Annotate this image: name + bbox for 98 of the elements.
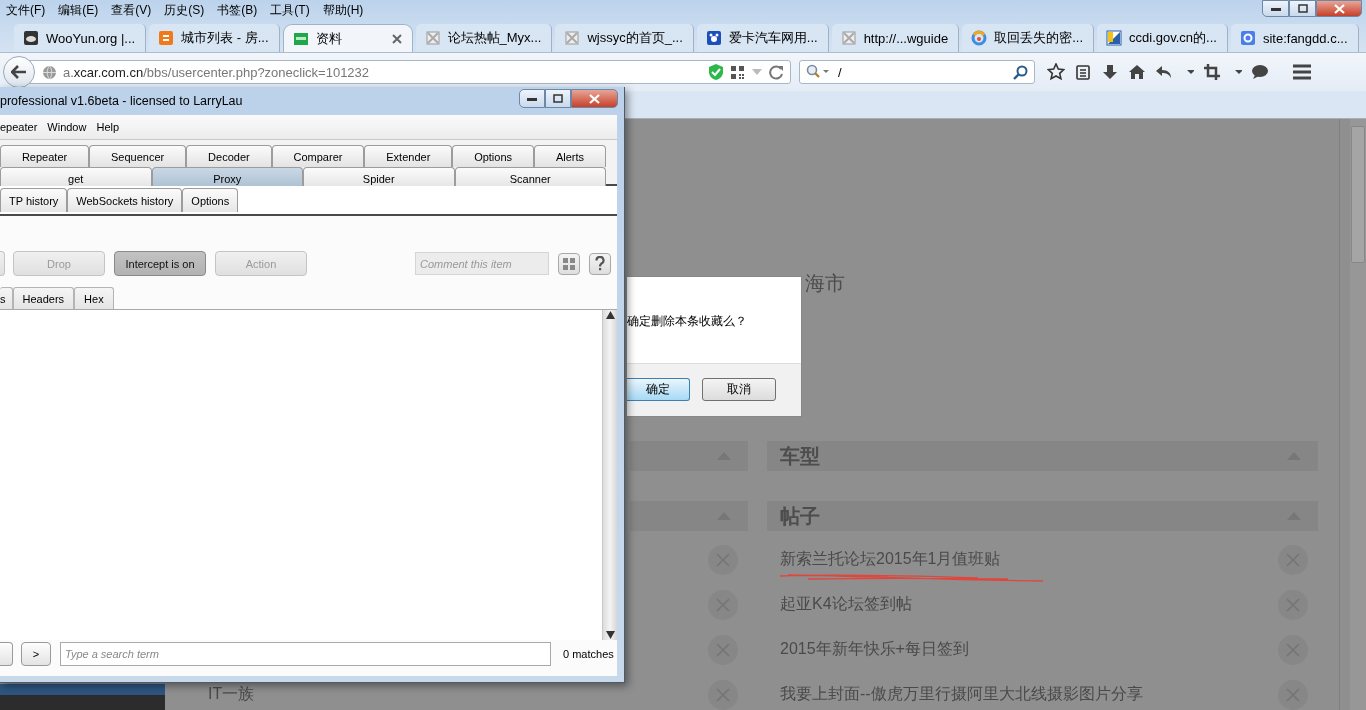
tool-tab[interactable]: Comparer <box>271 145 365 167</box>
reload-icon[interactable] <box>769 64 784 80</box>
site-logo-icon <box>1239 30 1256 46</box>
menu-icon[interactable] <box>1292 64 1312 80</box>
message-tab[interactable]: s <box>0 287 13 309</box>
tool-tab[interactable]: Proxy <box>151 167 303 189</box>
search-field[interactable]: / <box>799 60 1035 84</box>
site-logo-icon <box>158 30 175 46</box>
dialog-button[interactable]: 取消 <box>702 378 776 401</box>
menu-item[interactable]: 帮助(H) <box>320 0 366 20</box>
menu-item[interactable]: 历史(S) <box>162 0 207 20</box>
match-count: 0 matches <box>563 647 614 660</box>
message-tab[interactable]: Headers <box>12 287 75 309</box>
broken-page-icon <box>840 30 857 46</box>
tool-tab[interactable]: Decoder <box>186 145 272 167</box>
layout-button[interactable] <box>558 252 580 275</box>
maximize-icon <box>553 94 563 103</box>
tool-tab[interactable]: get <box>0 167 152 189</box>
menu-item[interactable]: 工具(T) <box>268 0 312 20</box>
close-button[interactable] <box>1316 0 1362 17</box>
section-title: 帖子 <box>780 503 820 529</box>
menu-item[interactable]: Window <box>47 121 87 133</box>
help-icon <box>595 256 605 271</box>
site-logo-icon <box>23 30 39 46</box>
back-button[interactable] <box>3 56 35 88</box>
ring-logo-icon <box>971 30 988 46</box>
paw-icon <box>705 30 722 46</box>
browser-tab[interactable]: 取回丢失的密... <box>962 24 1095 52</box>
browser-tab[interactable]: 爱卡汽车网用... <box>696 24 829 52</box>
location-text: 海市 <box>805 271 845 295</box>
previous-button[interactable] <box>0 641 13 666</box>
browser-tab[interactable]: http://...wguide <box>831 24 960 52</box>
scroll-up-icon[interactable] <box>605 310 615 320</box>
browser-tab[interactable]: 资料 <box>282 24 413 52</box>
maximize-button[interactable] <box>1289 0 1316 17</box>
browser-tab[interactable]: WooYun.org |... <box>14 24 147 52</box>
chat-bubble-icon[interactable] <box>1251 63 1269 81</box>
section-title: 车型 <box>780 443 820 469</box>
menu-item[interactable]: 编辑(E) <box>56 0 101 20</box>
menu-item[interactable]: epeater <box>0 121 38 133</box>
browser-tab[interactable]: wjssyc的首页_... <box>555 24 694 52</box>
help-button[interactable] <box>589 252 611 275</box>
comment-field[interactable]: Comment this item <box>415 252 549 275</box>
browser-tab[interactable]: ccdi.gov.cn的... <box>1097 24 1228 52</box>
menu-item[interactable]: 文件(F) <box>4 0 48 20</box>
close-icon <box>1333 3 1345 14</box>
qr-code-icon[interactable] <box>730 64 745 80</box>
tool-tab[interactable]: Spider <box>303 167 455 189</box>
tool-tab[interactable]: Alerts <box>534 145 606 167</box>
dialog-button[interactable]: 确定 <box>627 378 690 401</box>
sub-tab[interactable]: WebSockets history <box>67 188 183 212</box>
close-icon <box>589 93 600 104</box>
scrollbar[interactable] <box>602 310 617 640</box>
browser-tab[interactable]: 城市列表 - 房... <box>149 24 280 52</box>
dialog-message: 确定删除本条收藏么？ <box>627 313 748 330</box>
crop-icon[interactable] <box>1203 63 1221 81</box>
minimize-button[interactable] <box>519 89 545 108</box>
broken-page-icon <box>424 30 441 46</box>
browser-tab[interactable]: site:fangdd.c... <box>1230 24 1359 52</box>
menu-item[interactable]: 书签(B) <box>215 0 260 20</box>
menu-item[interactable]: 查看(V) <box>109 0 154 20</box>
address-bar[interactable]: a.xcar.com.cn/bbs/usercenter.php?zoneclick=101232 <box>27 60 791 84</box>
clipboard-icon[interactable] <box>1074 63 1092 81</box>
minimize-icon <box>527 96 537 101</box>
search-field[interactable]: Type a search term <box>60 641 551 666</box>
scroll-down-icon[interactable] <box>605 630 615 640</box>
browser-tab[interactable]: 论坛热帖_Myx... <box>415 24 553 52</box>
back-arrow-icon <box>11 65 27 79</box>
sub-tab[interactable]: Options <box>182 188 239 212</box>
maximize-button[interactable] <box>545 89 571 108</box>
site-logo-icon <box>292 30 309 47</box>
search-icon[interactable] <box>1013 64 1028 80</box>
maximize-icon <box>1297 4 1308 13</box>
scrollbar[interactable] <box>1350 119 1366 710</box>
star-icon[interactable] <box>1047 63 1065 81</box>
shield-icon[interactable] <box>708 63 724 81</box>
site-logo-icon <box>1106 30 1123 46</box>
window-title: professional v1.6beta - licensed to LarryLau <box>0 94 243 108</box>
close-tab-icon[interactable] <box>391 33 402 44</box>
globe-icon <box>42 64 57 80</box>
tool-tab[interactable]: Sequencer <box>89 145 187 167</box>
broken-page-icon <box>564 30 581 46</box>
sub-tab[interactable]: TP history <box>0 188 68 212</box>
download-icon[interactable] <box>1101 63 1119 81</box>
grid-icon <box>562 256 576 271</box>
tool-tab[interactable]: Extender <box>364 145 453 167</box>
close-button[interactable] <box>571 89 618 108</box>
next-button[interactable]: > <box>21 641 51 666</box>
search-engine-icon[interactable] <box>806 64 830 80</box>
tool-tab[interactable]: Repeater <box>0 145 90 167</box>
tool-tab[interactable]: Options <box>452 145 534 167</box>
home-icon[interactable] <box>1128 63 1146 81</box>
menu-item[interactable]: Help <box>96 121 120 133</box>
toolbar-button[interactable]: Intercept is on <box>114 251 206 276</box>
minimize-icon <box>1270 6 1281 11</box>
minimize-button[interactable] <box>1262 0 1289 17</box>
message-tab[interactable]: Hex <box>74 287 114 309</box>
tool-tab[interactable]: Scanner <box>454 167 606 189</box>
